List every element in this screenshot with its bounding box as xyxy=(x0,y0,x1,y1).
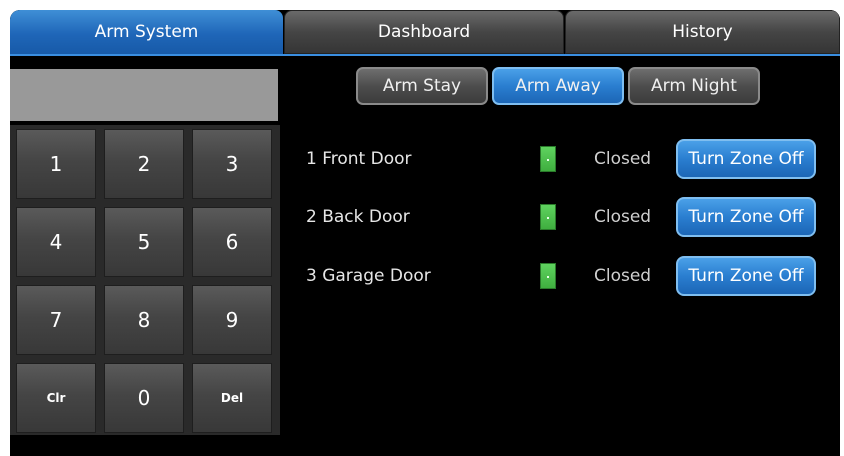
zone-status-text: Closed xyxy=(594,207,652,227)
zone-status-indicator xyxy=(540,146,556,172)
key-9[interactable]: 9 xyxy=(192,285,272,355)
key-4[interactable]: 4 xyxy=(16,207,96,277)
zone-label-front-door: 1 Front Door xyxy=(306,149,412,169)
key-5[interactable]: 5 xyxy=(104,207,184,277)
key-3[interactable]: 3 xyxy=(192,129,272,199)
arm-night-button[interactable]: Arm Night xyxy=(628,67,760,105)
zone-label-back-door: 2 Back Door xyxy=(306,207,410,227)
turn-zone-off-button-garage-door[interactable]: Turn Zone Off xyxy=(676,256,816,296)
security-panel: Arm System Dashboard History 1 2 3 4 5 6… xyxy=(10,10,840,456)
key-2[interactable]: 2 xyxy=(104,129,184,199)
key-6[interactable]: 6 xyxy=(192,207,272,277)
tab-history[interactable]: History xyxy=(565,10,840,54)
zone-status-indicator xyxy=(540,204,556,230)
code-display xyxy=(10,69,278,121)
zone-label-garage-door: 3 Garage Door xyxy=(306,266,431,286)
tab-underline xyxy=(10,54,840,56)
arm-stay-button[interactable]: Arm Stay xyxy=(356,67,488,105)
key-1[interactable]: 1 xyxy=(16,129,96,199)
tab-dashboard[interactable]: Dashboard xyxy=(284,10,564,54)
turn-zone-off-button-back-door[interactable]: Turn Zone Off xyxy=(676,197,816,237)
zone-status-indicator xyxy=(540,263,556,289)
key-8[interactable]: 8 xyxy=(104,285,184,355)
key-clear[interactable]: Clr xyxy=(16,363,96,433)
keypad: 1 2 3 4 5 6 7 8 9 Clr 0 Del xyxy=(10,125,280,435)
key-7[interactable]: 7 xyxy=(16,285,96,355)
key-0[interactable]: 0 xyxy=(104,363,184,433)
tab-arm-system[interactable]: Arm System xyxy=(10,10,283,54)
turn-zone-off-button-front-door[interactable]: Turn Zone Off xyxy=(676,139,816,179)
key-delete[interactable]: Del xyxy=(192,363,272,433)
zone-status-text: Closed xyxy=(594,149,652,169)
arm-away-button[interactable]: Arm Away xyxy=(492,67,624,105)
zone-status-text: Closed xyxy=(594,266,652,286)
tab-bar: Arm System Dashboard History xyxy=(10,10,840,56)
